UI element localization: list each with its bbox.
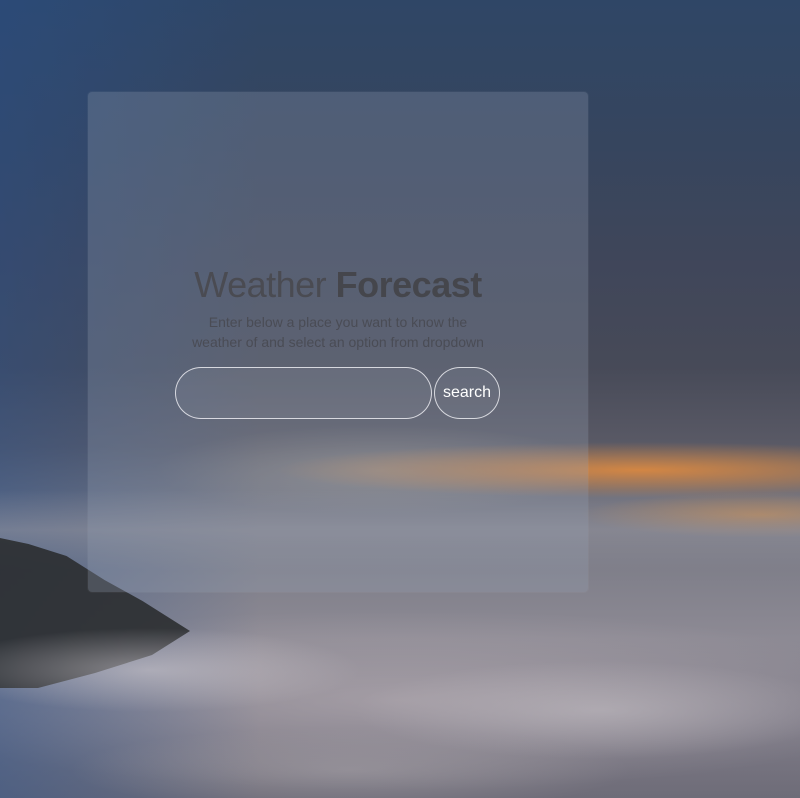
title-light: Weather xyxy=(194,264,336,305)
search-form: search xyxy=(175,367,501,421)
instructions-line-2: weather of and select an option from dro… xyxy=(192,334,484,350)
page-title: Weather Forecast xyxy=(0,264,676,306)
instructions-text: Enter below a place you want to know the… xyxy=(138,312,538,352)
title-bold: Forecast xyxy=(335,264,483,305)
search-button[interactable]: search xyxy=(434,367,500,419)
search-input[interactable] xyxy=(175,367,432,419)
background-fog xyxy=(0,600,800,798)
instructions-line-1: Enter below a place you want to know the xyxy=(208,314,468,330)
